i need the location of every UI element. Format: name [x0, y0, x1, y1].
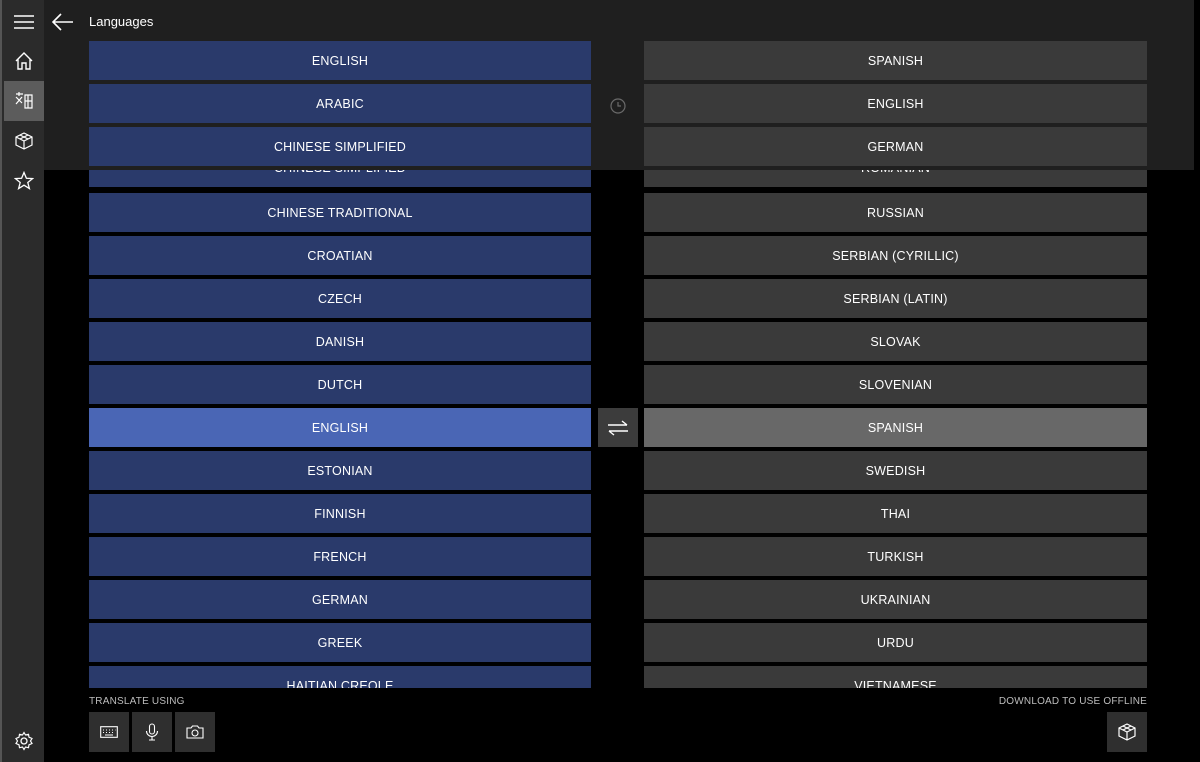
- source-language-item[interactable]: FINNISH: [89, 494, 591, 533]
- target-language-item[interactable]: UKRAINIAN: [644, 580, 1147, 619]
- recent-source-list: ENGLISH ARABIC CHINESE SIMPLIFIED: [89, 41, 591, 167]
- source-language-item[interactable]: ESTONIAN: [89, 451, 591, 490]
- target-language-item[interactable]: SLOVENIAN: [644, 365, 1147, 404]
- target-language-item[interactable]: SLOVAK: [644, 322, 1147, 361]
- source-language-item[interactable]: CHINESE TRADITIONAL: [89, 193, 591, 232]
- nav-favorites[interactable]: [4, 161, 44, 201]
- target-language-list: ROMANIAN RUSSIAN SERBIAN (CYRILLIC) SERB…: [644, 170, 1147, 688]
- source-language-item[interactable]: CROATIAN: [89, 236, 591, 275]
- page-title: Languages: [89, 14, 154, 29]
- source-language-list: CHINESE SIMPLIFIED CHINESE TRADITIONAL C…: [89, 170, 591, 688]
- target-language-item[interactable]: URDU: [644, 623, 1147, 662]
- swap-languages-button[interactable]: [598, 408, 638, 447]
- target-language-item[interactable]: SWEDISH: [644, 451, 1147, 490]
- target-language-item[interactable]: RUSSIAN: [644, 193, 1147, 232]
- source-language-item[interactable]: DANISH: [89, 322, 591, 361]
- target-language-item[interactable]: VIETNAMESE: [644, 666, 1147, 688]
- download-offline-button[interactable]: [1107, 712, 1147, 752]
- target-language-item[interactable]: TURKISH: [644, 537, 1147, 576]
- target-language-item[interactable]: ROMANIAN: [644, 170, 1147, 187]
- microphone-icon: [145, 723, 159, 741]
- recent-target-item[interactable]: SPANISH: [644, 41, 1147, 80]
- target-language-item-selected[interactable]: SPANISH: [644, 408, 1147, 447]
- nav-translator[interactable]: [4, 81, 44, 121]
- settings-icon: [15, 731, 33, 751]
- nav-home[interactable]: [4, 41, 44, 81]
- recent-target-item[interactable]: ENGLISH: [644, 84, 1147, 123]
- recent-clock-icon: [610, 98, 626, 114]
- source-language-item[interactable]: FRENCH: [89, 537, 591, 576]
- download-offline-label: DOWNLOAD TO USE OFFLINE: [998, 696, 1147, 707]
- target-language-item[interactable]: SERBIAN (CYRILLIC): [644, 236, 1147, 275]
- microphone-input-button[interactable]: [132, 712, 172, 752]
- camera-input-button[interactable]: [175, 712, 215, 752]
- menu-icon: [14, 15, 34, 29]
- nav-settings[interactable]: [4, 721, 44, 761]
- keyboard-icon: [100, 726, 118, 738]
- back-arrow-icon: [52, 13, 73, 31]
- source-language-item[interactable]: DUTCH: [89, 365, 591, 404]
- recent-target-list: SPANISH ENGLISH GERMAN: [644, 41, 1147, 167]
- source-language-item[interactable]: CZECH: [89, 279, 591, 318]
- offline-download-icon: [1118, 723, 1136, 741]
- swap-arrows-icon: [608, 419, 628, 436]
- source-language-item[interactable]: HAITIAN CREOLE: [89, 666, 591, 688]
- recent-source-item[interactable]: ARABIC: [89, 84, 591, 123]
- nav-offline-languages[interactable]: [4, 121, 44, 161]
- target-language-item[interactable]: THAI: [644, 494, 1147, 533]
- offline-languages-icon: [15, 132, 33, 150]
- translate-using-label: TRANSLATE USING: [89, 696, 185, 707]
- favorites-icon: [14, 171, 34, 191]
- recent-source-item[interactable]: ENGLISH: [89, 41, 591, 80]
- back-button[interactable]: [50, 9, 76, 35]
- source-language-item-selected[interactable]: ENGLISH: [89, 408, 591, 447]
- recent-target-item[interactable]: GERMAN: [644, 127, 1147, 166]
- hamburger-menu-button[interactable]: [4, 2, 44, 42]
- source-language-item[interactable]: CHINESE SIMPLIFIED: [89, 170, 591, 187]
- recent-source-item[interactable]: CHINESE SIMPLIFIED: [89, 127, 591, 166]
- target-language-item[interactable]: SERBIAN (LATIN): [644, 279, 1147, 318]
- nav-rail: [0, 0, 44, 762]
- home-icon: [15, 52, 33, 70]
- translator-icon: [15, 92, 33, 109]
- camera-icon: [186, 725, 204, 739]
- source-language-item[interactable]: GREEK: [89, 623, 591, 662]
- source-language-item[interactable]: GERMAN: [89, 580, 591, 619]
- keyboard-input-button[interactable]: [89, 712, 129, 752]
